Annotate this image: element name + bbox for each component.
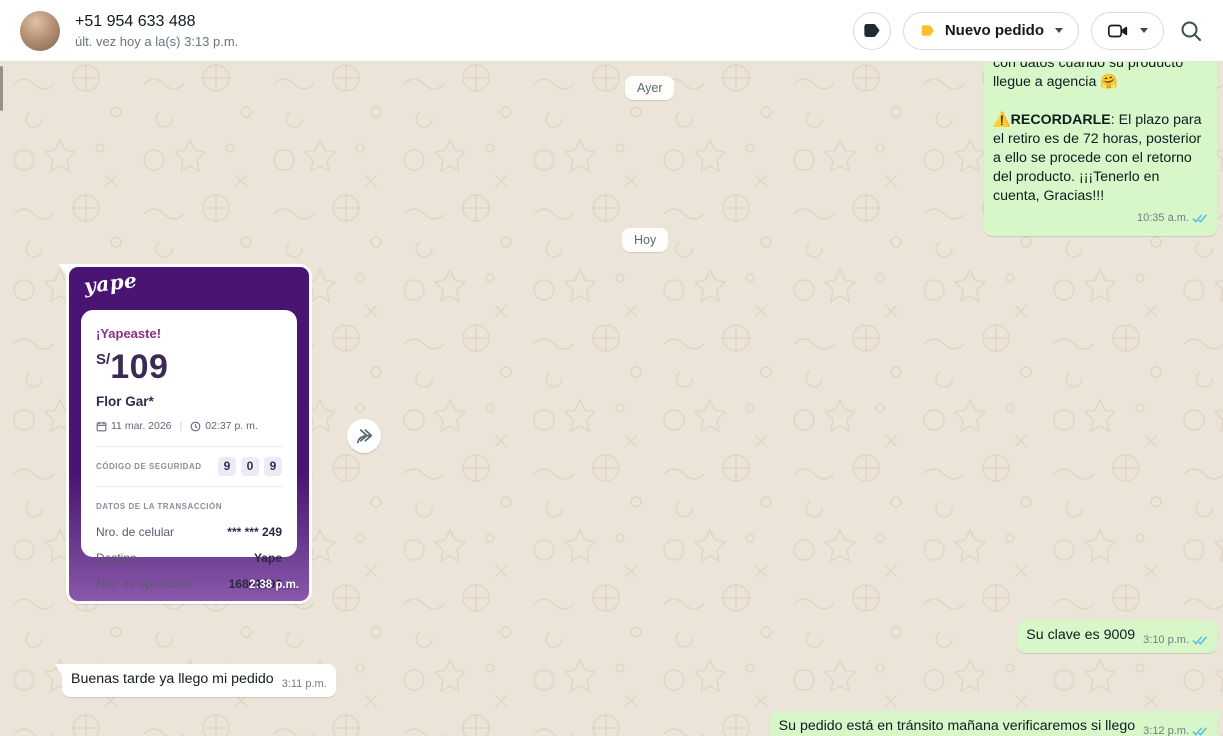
amount-value: 109 — [110, 348, 168, 386]
message-time: 2:38 p.m. — [249, 576, 299, 595]
clock-icon — [190, 421, 201, 432]
message-text-paragraph: ⚠️RECORDARLE: El plazo para el retiro es… — [993, 111, 1208, 206]
scrollbar-thumb[interactable] — [0, 66, 3, 111]
search-icon — [1179, 19, 1203, 43]
video-call-icon — [1107, 20, 1129, 42]
chevron-down-icon — [1140, 28, 1148, 33]
bubble-tail — [1216, 711, 1222, 723]
date-divider-yesterday: Ayer — [625, 76, 674, 100]
last-seen-status: últ. vez hoy a la(s) 3:13 p.m. — [75, 33, 238, 50]
date-divider-label: Ayer — [637, 81, 662, 95]
row-label: Nro. de celular — [96, 523, 174, 542]
calendar-icon — [96, 421, 107, 432]
contact-info[interactable]: +51 954 633 488 últ. vez hoy a la(s) 3:1… — [75, 12, 238, 50]
bubble-tail — [55, 664, 62, 676]
video-call-dropdown[interactable] — [1091, 12, 1164, 50]
chat-header: +51 954 633 488 últ. vez hoy a la(s) 3:1… — [0, 0, 1223, 62]
transaction-row: Nro. de celular *** *** 249 — [96, 523, 282, 542]
message-text: Su clave es 9009 — [1026, 626, 1135, 645]
message-bubble-key[interactable]: Su clave es 9009 3:10 p.m. — [1017, 620, 1217, 653]
message-text: Buenas tarde ya llego mi pedido — [71, 670, 274, 689]
transaction-time: 02:37 p. m. — [205, 417, 258, 436]
currency-symbol: S/ — [96, 351, 110, 368]
yape-amount: S/109 — [96, 350, 282, 384]
message-bubble-yape-receipt[interactable]: yape ¡Yapeaste! S/109 Flor Gar* 11 mar. … — [66, 264, 312, 604]
transaction-row: Destino Yape — [96, 549, 282, 568]
order-label-text: Nuevo pedido — [945, 22, 1044, 39]
forward-icon — [354, 426, 374, 446]
label-button[interactable] — [853, 12, 891, 50]
row-value: Yape — [254, 549, 282, 568]
forward-message-button[interactable] — [347, 419, 381, 453]
security-code-row: CÓDIGO DE SEGURIDAD 9 0 9 — [96, 457, 282, 476]
message-text: Su pedido está en tránsito mañana verifi… — [779, 717, 1135, 736]
read-receipt-icon — [1192, 213, 1208, 224]
message-bubble-transit[interactable]: Su pedido está en tránsito mañana verifi… — [770, 711, 1217, 736]
label-icon — [861, 20, 882, 41]
row-value: *** *** 249 — [227, 523, 282, 542]
message-bold-text: RECORDARLE — [1011, 112, 1111, 128]
message-text-line: llegue a agencia 🤗 — [993, 73, 1208, 92]
read-receipt-icon — [1192, 635, 1208, 646]
security-code-label: CÓDIGO DE SEGURIDAD — [96, 457, 202, 476]
chat-panel: Ayer Hoy con datos cuándo su producto ll… — [0, 0, 1223, 736]
contact-avatar[interactable] — [20, 11, 60, 51]
order-label-dropdown[interactable]: Nuevo pedido — [903, 12, 1079, 50]
bubble-tail — [59, 264, 66, 276]
code-digit: 9 — [218, 457, 236, 476]
transaction-datetime: 11 mar. 2026 | 02:37 p. m. — [96, 417, 282, 436]
code-digit: 9 — [264, 457, 282, 476]
chevron-down-icon — [1055, 28, 1063, 33]
yape-receipt-image[interactable]: yape ¡Yapeaste! S/109 Flor Gar* 11 mar. … — [69, 267, 309, 601]
read-receipt-icon — [1192, 726, 1208, 736]
message-time: 3:10 p.m. — [1143, 631, 1189, 650]
yape-title: ¡Yapeaste! — [96, 324, 282, 343]
date-divider-label: Hoy — [634, 233, 656, 247]
message-time: 3:11 p.m. — [282, 675, 327, 694]
separator: | — [180, 417, 183, 436]
row-label: Nro. de operación — [96, 575, 191, 594]
code-digit: 0 — [241, 457, 259, 476]
yape-logo: yape — [83, 271, 138, 296]
contact-name: +51 954 633 488 — [75, 12, 238, 32]
yape-receipt-card: ¡Yapeaste! S/109 Flor Gar* 11 mar. 2026 … — [81, 310, 297, 557]
message-time: 10:35 a.m. — [1137, 209, 1189, 228]
security-code-digits: 9 0 9 — [218, 457, 282, 476]
message-time: 3:12 p.m. — [1143, 722, 1189, 736]
search-button[interactable] — [1176, 12, 1206, 50]
date-divider-today: Hoy — [622, 228, 668, 252]
message-bubble-reminder[interactable]: con datos cuándo su producto llegue a ag… — [984, 48, 1217, 236]
transaction-date: 11 mar. 2026 — [111, 417, 172, 436]
message-bubble-customer[interactable]: Buenas tarde ya llego mi pedido 3:11 p.m… — [62, 664, 336, 697]
row-label: Destino — [96, 549, 137, 568]
order-tag-icon — [919, 22, 936, 39]
warning-icon: ⚠️ — [993, 112, 1011, 128]
payee-name: Flor Gar* — [96, 392, 282, 411]
transaction-data-label: DATOS DE LA TRANSACCIÓN — [96, 497, 282, 516]
